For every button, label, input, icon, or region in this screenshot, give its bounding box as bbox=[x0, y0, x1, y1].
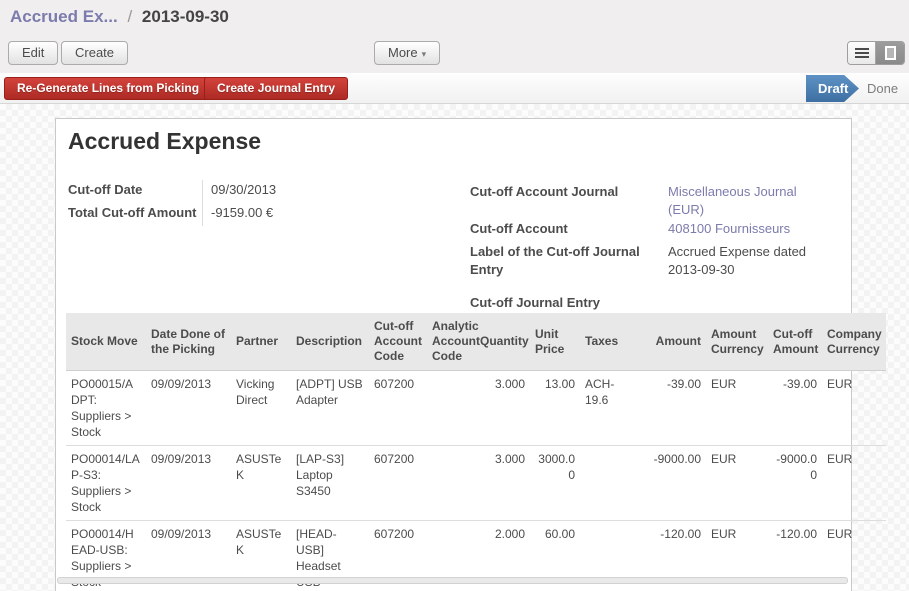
journal-entry-label-label: Label of the Cut-off Journal Entry bbox=[470, 242, 668, 279]
table-row[interactable]: PO00014/LAP-S3: Suppliers > Stock 09/09/… bbox=[66, 446, 886, 521]
col-header-partner[interactable]: Partner bbox=[231, 313, 291, 371]
breadcrumb-current: 2013-09-30 bbox=[142, 7, 229, 26]
cutoff-account-journal-value[interactable]: Miscellaneous Journal (EUR) bbox=[668, 182, 828, 219]
cell-amount-currency: EUR bbox=[706, 446, 768, 521]
cutoff-account-journal-label: Cut-off Account Journal bbox=[470, 182, 668, 219]
col-header-cutoff-amount[interactable]: Cut-off Amount bbox=[768, 313, 822, 371]
cutoff-account-value[interactable]: 408100 Fournisseurs bbox=[668, 219, 828, 242]
status-done[interactable]: Done bbox=[867, 73, 898, 104]
breadcrumb-separator: / bbox=[122, 7, 137, 26]
col-header-cutoff-account-code[interactable]: Cut-off Account Code bbox=[369, 313, 427, 371]
col-header-unit-price[interactable]: Unit Price bbox=[530, 313, 580, 371]
cell-description: [LAP-S3] Laptop S3450 bbox=[291, 446, 369, 521]
horizontal-scrollbar[interactable] bbox=[57, 577, 848, 584]
list-view-button[interactable] bbox=[848, 42, 876, 64]
cell-partner: Vicking Direct bbox=[231, 371, 291, 446]
cell-cutoff-account-code: 607200 bbox=[369, 446, 427, 521]
view-switcher bbox=[847, 41, 905, 65]
create-button[interactable]: Create bbox=[61, 41, 128, 65]
journal-entry-label-value: Accrued Expense dated 2013-09-30 bbox=[668, 242, 828, 279]
breadcrumb: Accrued Ex... / 2013-09-30 bbox=[10, 7, 229, 27]
cutoff-date-value[interactable]: 09/30/2013 bbox=[202, 180, 362, 203]
cell-cutoff-amount: -39.00 bbox=[768, 371, 822, 446]
col-header-quantity[interactable]: Quantity bbox=[475, 313, 530, 371]
cell-stock-move: PO00014/LAP-S3: Suppliers > Stock bbox=[66, 446, 146, 521]
cell-description: [ADPT] USB Adapter bbox=[291, 371, 369, 446]
cell-amount: -39.00 bbox=[630, 371, 706, 446]
col-header-analytic-account-code[interactable]: Analytic Account Code bbox=[427, 313, 475, 371]
create-journal-entry-button[interactable]: Create Journal Entry bbox=[204, 77, 348, 100]
cell-partner: ASUSTeK bbox=[231, 446, 291, 521]
col-header-description[interactable]: Description bbox=[291, 313, 369, 371]
cell-unit-price: 13.00 bbox=[530, 371, 580, 446]
chevron-down-icon: ▾ bbox=[422, 49, 427, 59]
edit-button[interactable]: Edit bbox=[8, 41, 58, 65]
cell-company-currency: EUR bbox=[822, 371, 886, 446]
cell-unit-price: 3000.00 bbox=[530, 446, 580, 521]
more-dropdown-button[interactable]: More ▾ bbox=[374, 41, 440, 65]
cell-analytic-account-code bbox=[427, 446, 475, 521]
cell-date-done: 09/09/2013 bbox=[146, 371, 231, 446]
status-strip: Re-Generate Lines from Picking Create Jo… bbox=[0, 73, 909, 104]
field-group-left: Cut-off Date 09/30/2013 Total Cut-off Am… bbox=[68, 180, 362, 226]
col-header-amount-currency[interactable]: Amount Currency bbox=[706, 313, 768, 371]
total-cutoff-amount-label: Total Cut-off Amount bbox=[68, 203, 202, 226]
col-header-date-done[interactable]: Date Done of the Picking bbox=[146, 313, 231, 371]
cutoff-account-label: Cut-off Account bbox=[470, 219, 668, 242]
cell-cutoff-amount: -9000.00 bbox=[768, 446, 822, 521]
field-group-right: Cut-off Account Journal Miscellaneous Jo… bbox=[470, 182, 828, 316]
status-draft-arrow[interactable]: Draft bbox=[806, 75, 859, 102]
cell-stock-move: PO00015/ADPT: Suppliers > Stock bbox=[66, 371, 146, 446]
cell-quantity: 3.000 bbox=[475, 446, 530, 521]
cell-amount-currency: EUR bbox=[706, 371, 768, 446]
cell-taxes bbox=[580, 446, 630, 521]
more-label: More bbox=[388, 45, 418, 60]
cutoff-lines-table: Stock Move Date Done of the Picking Part… bbox=[66, 313, 886, 591]
cutoff-date-label: Cut-off Date bbox=[68, 180, 202, 203]
col-header-stock-move[interactable]: Stock Move bbox=[66, 313, 146, 371]
cell-company-currency: EUR bbox=[822, 446, 886, 521]
cell-amount: -9000.00 bbox=[630, 446, 706, 521]
form-icon bbox=[885, 46, 896, 60]
cell-cutoff-account-code: 607200 bbox=[369, 371, 427, 446]
col-header-taxes[interactable]: Taxes bbox=[580, 313, 630, 371]
top-toolbar: Accrued Ex... / 2013-09-30 Edit Create M… bbox=[0, 0, 909, 73]
page-title: Accrued Expense bbox=[68, 128, 261, 155]
cell-analytic-account-code bbox=[427, 371, 475, 446]
list-icon bbox=[855, 48, 869, 58]
col-header-amount[interactable]: Amount bbox=[630, 313, 706, 371]
breadcrumb-parent-link[interactable]: Accrued Ex... bbox=[10, 7, 118, 26]
cell-date-done: 09/09/2013 bbox=[146, 446, 231, 521]
total-cutoff-amount-value: -9159.00 € bbox=[202, 203, 362, 226]
odoo-window: Accrued Ex... / 2013-09-30 Edit Create M… bbox=[0, 0, 909, 591]
table-header-row: Stock Move Date Done of the Picking Part… bbox=[66, 313, 886, 371]
regenerate-lines-button[interactable]: Re-Generate Lines from Picking bbox=[4, 77, 212, 100]
cell-quantity: 3.000 bbox=[475, 371, 530, 446]
form-view-button[interactable] bbox=[876, 42, 904, 64]
cell-taxes: ACH-19.6 bbox=[580, 371, 630, 446]
table-row[interactable]: PO00015/ADPT: Suppliers > Stock 09/09/20… bbox=[66, 371, 886, 446]
col-header-company-currency[interactable]: Company Currency bbox=[822, 313, 886, 371]
